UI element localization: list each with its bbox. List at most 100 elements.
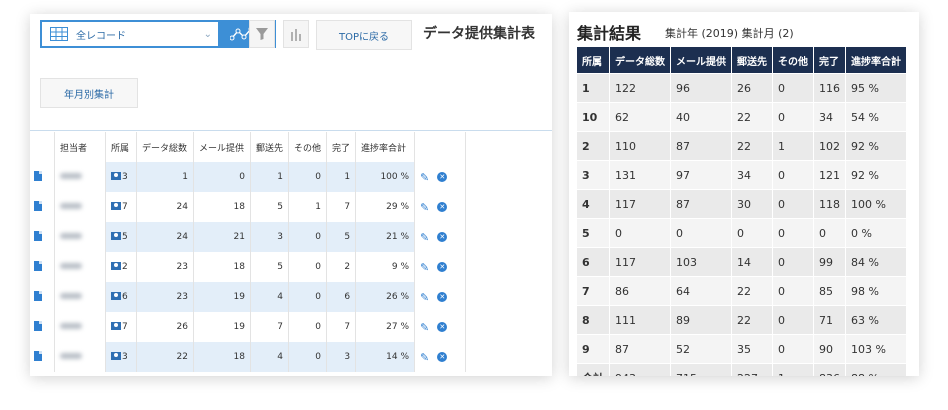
- owner-name-blurred: [60, 293, 82, 299]
- table-row[interactable]: 3 22 18 4 0 3 14 % ✎ ✕: [30, 342, 467, 372]
- summary-value-cell: 99: [813, 247, 846, 277]
- record-icon[interactable]: [34, 320, 42, 331]
- summary-value-cell: 0: [813, 218, 846, 248]
- header-owner: 担当者: [54, 132, 106, 162]
- mail-cell: 0: [193, 162, 251, 192]
- chart-button[interactable]: [283, 20, 309, 48]
- summary-dept-cell: 1: [577, 73, 610, 103]
- summary-value-cell: 87: [670, 131, 732, 161]
- summary-value-cell: 122: [609, 73, 671, 103]
- record-cell[interactable]: [30, 282, 55, 312]
- top-button[interactable]: TOPに戻る: [316, 20, 412, 50]
- actions-cell: ✎ ✕: [414, 192, 467, 222]
- records-table: 担当者 所属 データ総数 メール提供 郵送先 その他 完了 進捗率合計 3101…: [30, 132, 467, 372]
- table-row[interactable]: 7 24 18 5 1 7 29 % ✎ ✕: [30, 192, 467, 222]
- dept-cell: 3: [105, 162, 137, 192]
- header-mail: メール提供: [193, 132, 251, 162]
- toolbar: 全レコード ⌄ ⌄ TOPに戻る データ提供: [30, 14, 552, 58]
- edit-icon[interactable]: ✎: [420, 291, 429, 304]
- summary-value-cell: 71: [813, 305, 846, 335]
- edit-icon[interactable]: ✎: [420, 261, 429, 274]
- owner-cell: [54, 282, 106, 312]
- other-cell: 0: [288, 282, 328, 312]
- mail-cell: 21: [193, 222, 251, 252]
- summary-header: メール提供: [670, 47, 732, 74]
- summary-value-cell: 111: [609, 305, 671, 335]
- summary-dept-cell: 4: [577, 189, 610, 219]
- summary-value-cell: 0: [772, 160, 814, 190]
- summary-row: 4 117 87 30 0 118 100 %: [577, 189, 907, 219]
- record-cell[interactable]: [30, 162, 55, 192]
- grid-icon: [50, 27, 68, 41]
- summary-value-cell: 35: [731, 334, 773, 364]
- monthly-summary-button[interactable]: 年月別集計: [40, 78, 138, 108]
- table-header-row: 担当者 所属 データ総数 メール提供 郵送先 その他 完了 進捗率合計: [30, 132, 467, 162]
- summary-title: 集計結果: [577, 24, 642, 43]
- dept-value: 5: [122, 232, 128, 242]
- other-cell: 0: [288, 312, 328, 342]
- actions-cell: ✎ ✕: [414, 162, 467, 192]
- summary-row: 6 117 103 14 0 99 84 %: [577, 247, 907, 277]
- summary-header: その他: [772, 47, 814, 74]
- owner-name-blurred: [60, 263, 82, 269]
- owner-cell: [54, 222, 106, 252]
- record-cell[interactable]: [30, 342, 55, 372]
- record-icon[interactable]: [34, 260, 42, 271]
- owner-name-blurred: [60, 203, 82, 209]
- person-icon: [111, 292, 121, 300]
- edit-icon[interactable]: ✎: [420, 201, 429, 214]
- filter-button[interactable]: [249, 20, 275, 48]
- summary-value-cell: 118: [813, 189, 846, 219]
- summary-value-cell: 1: [772, 131, 814, 161]
- summary-dept-cell: 2: [577, 131, 610, 161]
- summary-row: 8 111 89 22 0 71 63 %: [577, 305, 907, 335]
- summary-value-cell: 26: [731, 73, 773, 103]
- rate-cell: 9 %: [355, 252, 416, 282]
- record-icon[interactable]: [34, 230, 42, 241]
- summary-subtitle: 集計年 (2019) 集計月 (2): [665, 27, 794, 40]
- edit-icon[interactable]: ✎: [420, 231, 429, 244]
- edit-icon[interactable]: ✎: [420, 171, 429, 184]
- other-cell: 0: [288, 222, 328, 252]
- delete-icon[interactable]: ✕: [437, 262, 448, 272]
- summary-value-cell: 62: [609, 102, 671, 132]
- record-cell[interactable]: [30, 192, 55, 222]
- delete-icon[interactable]: ✕: [437, 202, 448, 212]
- table-row[interactable]: 7 26 19 7 0 7 27 % ✎ ✕: [30, 312, 467, 342]
- delete-icon[interactable]: ✕: [437, 232, 448, 242]
- done-cell: 3: [326, 342, 357, 372]
- owner-cell: [54, 312, 106, 342]
- table-row[interactable]: 2 23 18 5 0 2 9 % ✎ ✕: [30, 252, 467, 282]
- records-panel: 全レコード ⌄ ⌄ TOPに戻る データ提供: [30, 14, 552, 376]
- summary-value-cell: 117: [609, 189, 671, 219]
- record-icon[interactable]: [34, 170, 42, 181]
- summary-value-cell: 92 %: [845, 160, 907, 190]
- post-cell: 1: [250, 162, 290, 192]
- summary-value-cell: 86: [609, 276, 671, 306]
- summary-value-cell: 121: [813, 160, 846, 190]
- bar-chart-icon: [291, 29, 301, 41]
- delete-icon[interactable]: ✕: [437, 172, 448, 182]
- record-cell[interactable]: [30, 222, 55, 252]
- summary-value-cell: 0: [609, 218, 671, 248]
- summary-dept-cell: 10: [577, 102, 610, 132]
- table-row[interactable]: 6 23 19 4 0 6 26 % ✎ ✕: [30, 282, 467, 312]
- summary-value-cell: 95 %: [845, 73, 907, 103]
- record-cell[interactable]: [30, 312, 55, 342]
- summary-value-cell: 110: [609, 131, 671, 161]
- record-icon[interactable]: [34, 290, 42, 301]
- record-cell[interactable]: [30, 252, 55, 282]
- dept-value: 3: [122, 352, 128, 362]
- delete-icon[interactable]: ✕: [437, 322, 448, 332]
- delete-icon[interactable]: ✕: [437, 292, 448, 302]
- edit-icon[interactable]: ✎: [420, 351, 429, 364]
- view-selector[interactable]: 全レコード ⌄: [40, 20, 220, 48]
- edit-icon[interactable]: ✎: [420, 321, 429, 334]
- done-cell: 5: [326, 222, 357, 252]
- records-body: 3 1 0 1 0 1 100 % ✎ ✕ 7 24 18 5 1 7 29 % ✎ ✕ 5 24 21 3 0 5 21 % ✎…: [30, 162, 467, 372]
- table-row[interactable]: 3 1 0 1 0 1 100 % ✎ ✕: [30, 162, 467, 192]
- record-icon[interactable]: [34, 350, 42, 361]
- record-icon[interactable]: [34, 200, 42, 211]
- delete-icon[interactable]: ✕: [437, 352, 448, 362]
- table-row[interactable]: 5 24 21 3 0 5 21 % ✎ ✕: [30, 222, 467, 252]
